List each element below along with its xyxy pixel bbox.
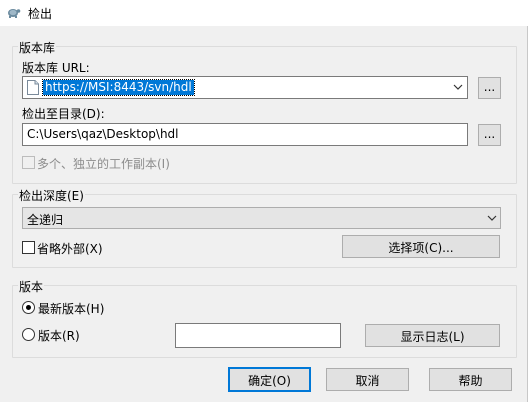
- url-value: https://MSI:8443/svn/hdl: [42, 79, 195, 96]
- head-revision-radio[interactable]: [22, 301, 35, 314]
- checkout-dir-value: C:\Users\qaz\Desktop\hdl: [27, 127, 179, 141]
- url-combobox[interactable]: https://MSI:8443/svn/hdl: [22, 76, 468, 99]
- choose-items-button[interactable]: 选择项(C)...: [342, 235, 500, 258]
- omit-externals-label: 省略外部(X): [37, 242, 103, 256]
- browse-dir-button[interactable]: ...: [478, 124, 501, 146]
- tortoise-icon: [8, 9, 21, 18]
- specific-revision-radio[interactable]: [22, 328, 35, 341]
- multi-copy-checkbox[interactable]: [22, 156, 35, 169]
- revision-input[interactable]: [175, 323, 341, 348]
- checkout-dir-input[interactable]: C:\Users\qaz\Desktop\hdl: [22, 123, 468, 146]
- window-title: 检出: [28, 7, 53, 21]
- chevron-down-icon[interactable]: [453, 83, 463, 91]
- checkout-dialog: 检出 版本库 版本库 URL: https://MSI:8443/svn/hdl…: [0, 0, 528, 402]
- document-icon: [27, 80, 39, 95]
- repository-group-title: 版本库: [18, 39, 57, 56]
- url-label: 版本库 URL:: [22, 61, 90, 75]
- revision-group-title: 版本: [18, 278, 45, 295]
- depth-value: 全递归: [27, 213, 64, 227]
- omit-externals-checkbox[interactable]: [22, 241, 35, 254]
- multi-copy-label: 多个、独立的工作副本(I): [37, 157, 170, 171]
- specific-revision-label: 版本(R): [38, 329, 80, 343]
- browse-url-button[interactable]: ...: [478, 77, 501, 99]
- help-button[interactable]: 帮助: [429, 368, 512, 391]
- head-revision-label: 最新版本(H): [38, 302, 105, 316]
- depth-group-title: 检出深度(E): [18, 187, 85, 204]
- title-bar[interactable]: 检出: [0, 0, 528, 26]
- chevron-down-icon: [487, 215, 497, 221]
- checkout-dir-label: 检出至目录(D):: [22, 107, 105, 121]
- depth-select[interactable]: 全递归: [22, 207, 501, 229]
- show-log-button[interactable]: 显示日志(L): [365, 324, 500, 347]
- cancel-button[interactable]: 取消: [326, 368, 409, 391]
- ok-button[interactable]: 确定(O): [228, 367, 311, 392]
